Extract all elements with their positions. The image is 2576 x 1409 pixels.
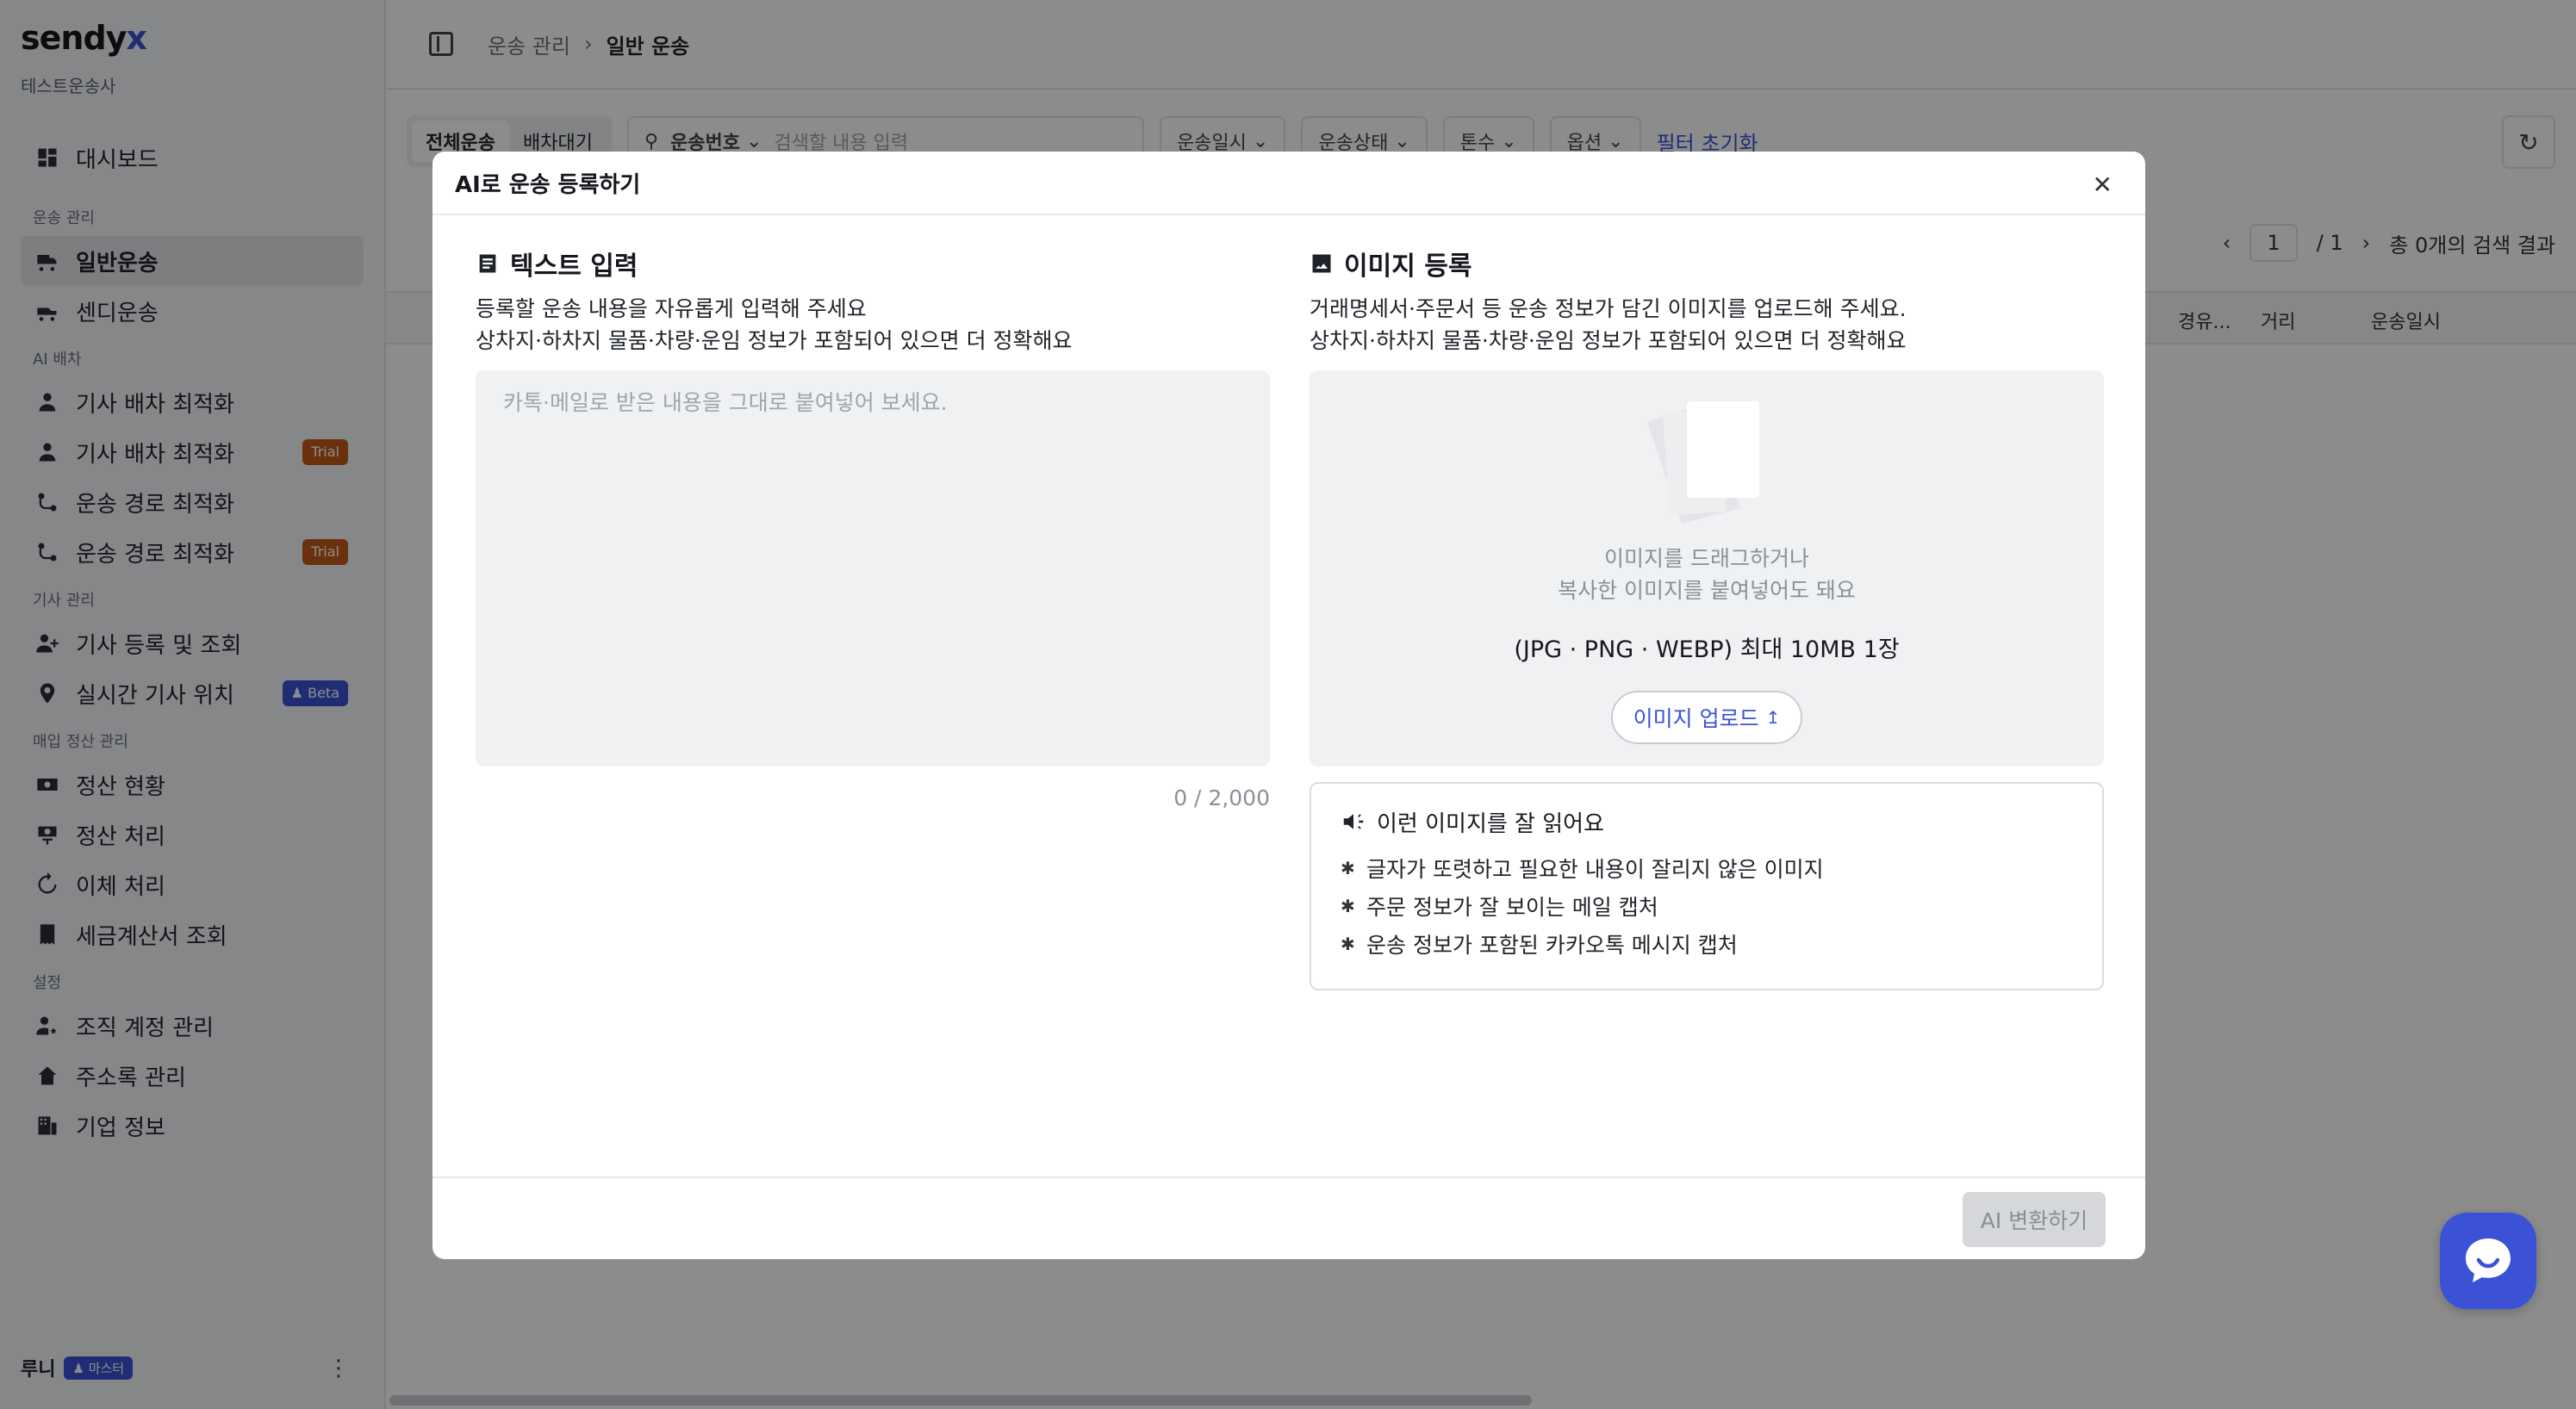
upload-icon: ↥ xyxy=(1765,707,1781,728)
drop-hint: 이미지를 드래그하거나 복사한 이미지를 붙여넣어도 돼요 xyxy=(1558,546,1856,603)
char-counter: 0 / 2,000 xyxy=(1173,785,1270,810)
ai-register-modal: AI로 운송 등록하기 ✕ 텍스트 입력 등록할 운송 내용을 자유롭게 입력해… xyxy=(432,152,2145,1259)
speaker-icon xyxy=(1341,809,1366,835)
document-stack-icon xyxy=(1647,401,1759,524)
image-icon xyxy=(1310,251,1334,276)
document-icon xyxy=(476,251,500,276)
list-item: ✱ 운송 정보가 포함된 카카오톡 메시지 캡처 xyxy=(1341,933,1738,958)
section-title: 이미지 등록 xyxy=(1310,246,2104,282)
list-item: ✱ 주문 정보가 잘 보이는 메일 캡처 xyxy=(1341,895,1658,920)
transport-text-input[interactable] xyxy=(476,370,1270,767)
file-format-info: (JPG · PNG · WEBP) 최대 10MB 1장 xyxy=(1514,636,1900,663)
asterisk-icon: ✱ xyxy=(1341,934,1355,954)
modal-footer: AI 변환하기 xyxy=(432,1176,2145,1259)
chat-support-button[interactable] xyxy=(2440,1213,2536,1309)
ai-convert-button[interactable]: AI 변환하기 xyxy=(1963,1192,2106,1247)
image-upload-button[interactable]: 이미지 업로드 ↥ xyxy=(1611,691,1802,744)
tips-box: 이런 이미지를 잘 읽어요 ✱ 글자가 또렷하고 필요한 내용이 잘리지 않은 이… xyxy=(1310,782,2104,990)
list-item: ✱ 글자가 또렷하고 필요한 내용이 잘리지 않은 이미지 xyxy=(1341,857,1824,882)
asterisk-icon: ✱ xyxy=(1341,896,1355,916)
modal-title: AI로 운송 등록하기 xyxy=(455,171,641,198)
asterisk-icon: ✱ xyxy=(1341,858,1355,878)
tips-title: 이런 이미지를 잘 읽어요 xyxy=(1341,806,2073,837)
section-title: 텍스트 입력 xyxy=(476,246,1270,282)
image-dropzone[interactable]: 이미지를 드래그하거나 복사한 이미지를 붙여넣어도 돼요 (JPG · PNG… xyxy=(1310,370,2104,767)
text-input-section: 텍스트 입력 등록할 운송 내용을 자유롭게 입력해 주세요 상차지·하차지 물… xyxy=(476,246,1270,810)
section-description: 거래명세서·주문서 등 운송 정보가 담긴 이미지를 업로드해 주세요. 상차지… xyxy=(1310,296,1907,353)
tips-list: ✱ 글자가 또렷하고 필요한 내용이 잘리지 않은 이미지 ✱ 주문 정보가 잘 보… xyxy=(1341,849,2073,963)
chat-icon xyxy=(2466,1238,2511,1282)
close-icon[interactable]: ✕ xyxy=(2093,171,2112,199)
image-upload-section: 이미지 등록 거래명세서·주문서 등 운송 정보가 담긴 이미지를 업로드해 주… xyxy=(1310,246,2104,990)
modal-header: AI로 운송 등록하기 xyxy=(432,152,2145,215)
section-description: 등록할 운송 내용을 자유롭게 입력해 주세요 상차지·하차지 물품·차량·운임… xyxy=(476,296,1073,353)
